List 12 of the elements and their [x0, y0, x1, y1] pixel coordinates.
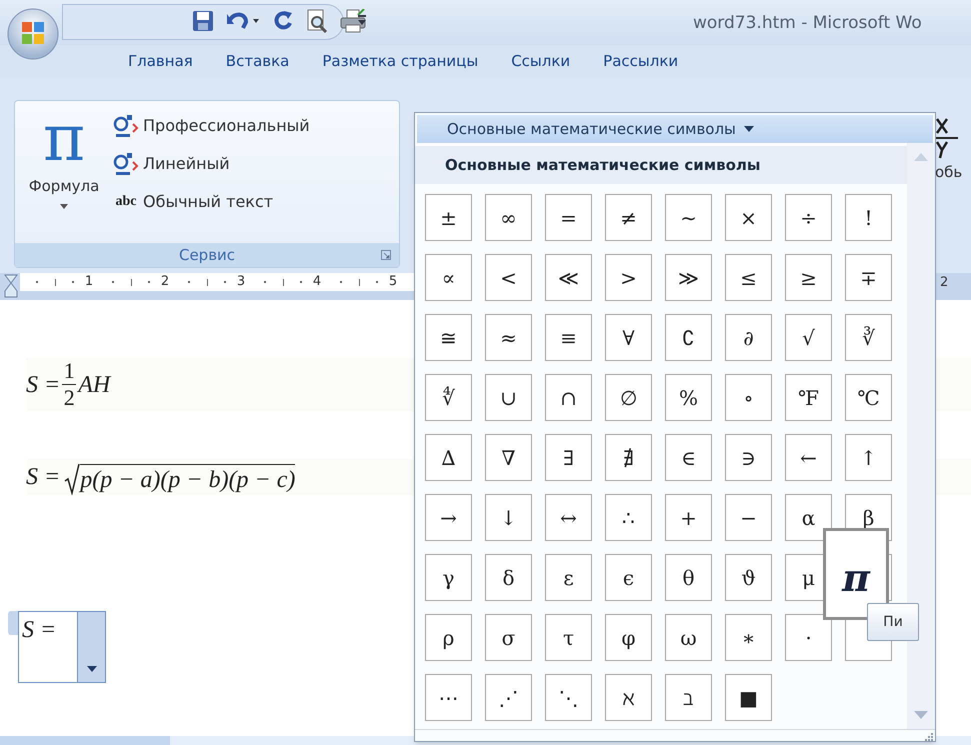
ruler-number: 4 [312, 273, 322, 292]
abc-icon: abc [113, 191, 139, 212]
ruler-number: 1 [84, 273, 94, 292]
ribbon-label: обь [935, 162, 962, 183]
ruler-number: 5 [388, 273, 398, 292]
group-label: Сервис [178, 244, 236, 266]
ruler-number: 3 [236, 273, 246, 292]
ruler-number: 2 [160, 273, 170, 292]
section-title: Основные математические символы [445, 154, 760, 176]
window-title: word73.htm - Microsoft Wo [693, 12, 922, 35]
ruler-number: 2 [940, 274, 948, 292]
pi-icon: π [42, 107, 86, 171]
